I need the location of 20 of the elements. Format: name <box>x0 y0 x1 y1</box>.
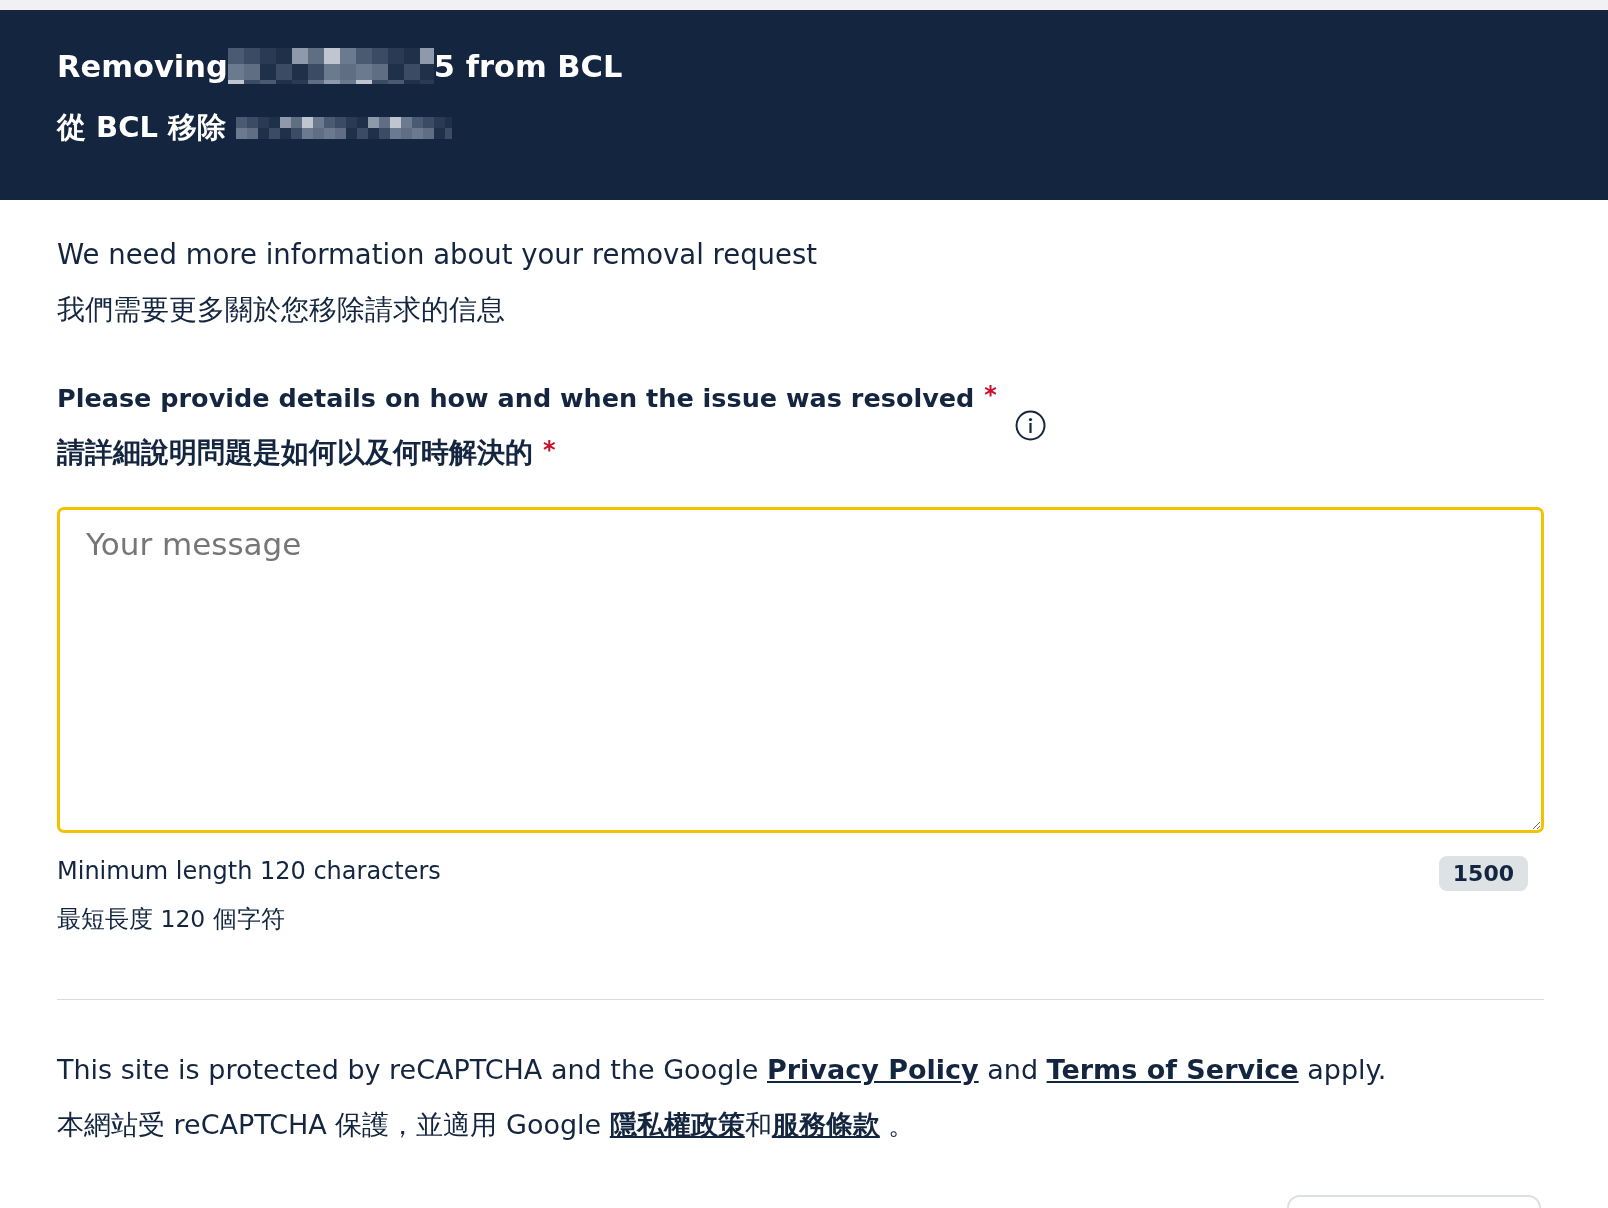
header-title: Removing <box>57 48 228 84</box>
link[interactable]: Privacy Policy <box>767 1054 979 1085</box>
link[interactable]: Terms of Service <box>1046 1054 1299 1085</box>
field-label: 請詳細說明問題是如何以及何時解決的 <box>57 435 533 471</box>
header-subtitle: 從 BCL 移除 <box>57 109 227 146</box>
intro-text: We need more information about your removal request <box>57 237 819 272</box>
field-label: Please provide details on how and when the issue was resolved <box>57 382 975 415</box>
character-counter: 1500 <box>1438 856 1528 891</box>
required-asterisk: * <box>984 380 997 410</box>
recaptcha-notice: 本網站受 reCAPTCHA 保護，並適用 Google 隱私權政策和服務條款 。 <box>57 1108 917 1142</box>
message-field[interactable]: Your message <box>57 507 1544 833</box>
required-asterisk: * <box>543 435 556 465</box>
recaptcha-notice: This site is protected by reCAPTCHA and the Google Privacy Policy and Terms of Service apply. <box>57 1053 1388 1087</box>
intro-text: 我們需要更多關於您移除請求的信息 <box>57 292 506 328</box>
hint-text: 最短長度 120 個字符 <box>57 904 286 935</box>
header-title: 5 from BCL <box>433 48 623 84</box>
info-icon[interactable] <box>1014 410 1046 441</box>
hint-text: Minimum length 120 characters <box>57 856 441 887</box>
link[interactable]: 服務條款 <box>771 1109 880 1140</box>
link[interactable]: 隱私權政策 <box>609 1109 745 1140</box>
